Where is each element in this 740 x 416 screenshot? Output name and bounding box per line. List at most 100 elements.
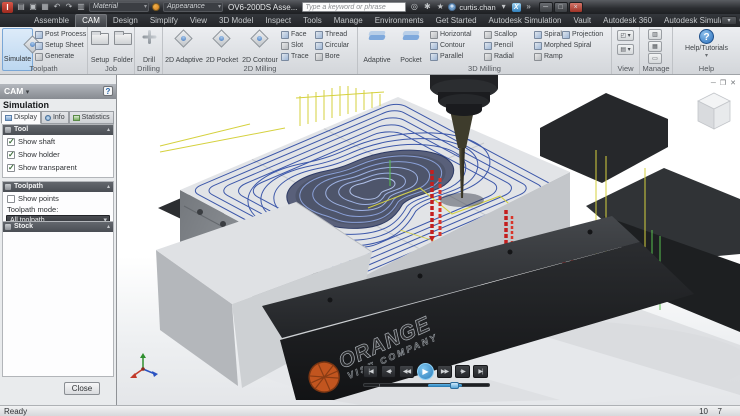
close-simulation-button[interactable]: Close xyxy=(64,382,100,395)
generate-button[interactable]: Generate xyxy=(35,51,74,62)
doc-close-icon[interactable]: ✕ xyxy=(730,80,736,88)
close-button[interactable]: × xyxy=(569,2,583,13)
simulation-timeline-slider[interactable] xyxy=(363,383,490,387)
tab-cam[interactable]: CAM xyxy=(75,14,107,27)
group-label-help[interactable]: Help xyxy=(673,64,740,73)
projection-button[interactable]: Projection xyxy=(562,29,603,40)
group-label-3d-milling[interactable]: 3D Milling xyxy=(358,64,611,73)
show-transparent-checkbox[interactable] xyxy=(7,164,15,172)
user-dropdown-icon[interactable]: ▾ xyxy=(499,1,509,13)
tab-design[interactable]: Design xyxy=(107,15,144,27)
manage-windows-button[interactable]: ▦ xyxy=(648,41,662,52)
next-operation-button[interactable]: ▪▶ xyxy=(455,365,470,378)
group-label-view[interactable]: View xyxy=(612,64,639,73)
2d-contour-button[interactable]: 2D Contour xyxy=(241,28,279,64)
parallel-button[interactable]: Parallel xyxy=(430,51,463,62)
tab-simplify[interactable]: Simplify xyxy=(144,15,184,27)
scallop-button[interactable]: Scallop xyxy=(484,29,517,40)
pocket-button[interactable]: Pocket xyxy=(396,28,426,64)
tab-info[interactable]: Info xyxy=(41,111,69,124)
go-to-start-button[interactable]: |◀ xyxy=(363,365,378,378)
play-forward-button[interactable]: ▶▶ xyxy=(437,365,452,378)
browser-header[interactable]: CAM ▾ ? xyxy=(0,84,116,99)
overflow-icon[interactable]: » xyxy=(524,1,534,13)
radial-button[interactable]: Radial xyxy=(484,51,514,62)
tab-tools[interactable]: Tools xyxy=(297,15,328,27)
setup-button[interactable]: Setup xyxy=(89,28,111,64)
inventor-logo-icon[interactable]: I xyxy=(2,2,13,13)
show-holder-row[interactable]: Show holder xyxy=(3,148,113,161)
redo-icon[interactable]: ↷ xyxy=(64,1,74,13)
circular-button[interactable]: Circular xyxy=(315,40,349,51)
show-points-checkbox[interactable] xyxy=(7,195,15,203)
setup-sheet-button[interactable]: Setup Sheet xyxy=(35,40,84,51)
post-process-button[interactable]: Post Process xyxy=(35,29,86,40)
appearance-dropdown[interactable]: Appearance xyxy=(163,2,223,12)
view-cube-dropdown[interactable]: ◰ ▾ xyxy=(617,30,634,41)
maximize-button[interactable]: □ xyxy=(554,2,568,13)
adaptive-button[interactable]: Adaptive xyxy=(360,28,394,64)
tab-vault[interactable]: Vault xyxy=(567,15,597,27)
timeline-handle[interactable] xyxy=(450,382,459,389)
graphics-viewport[interactable]: ORANGE VISE COMPANY ORANGE VISE COMPANY … xyxy=(117,75,740,405)
2d-adaptive-button[interactable]: 2D Adaptive xyxy=(165,28,203,64)
tab-assemble[interactable]: Assemble xyxy=(28,15,75,27)
tab-autodesk-360[interactable]: Autodesk 360 xyxy=(597,15,658,27)
doc-restore-icon[interactable]: ❐ xyxy=(720,80,726,88)
2d-pocket-button[interactable]: 2D Pocket xyxy=(205,28,239,64)
bore-button[interactable]: Bore xyxy=(315,51,340,62)
tools-icon[interactable]: ✱ xyxy=(422,1,432,13)
tab-display[interactable]: Display xyxy=(1,111,41,124)
thread-button[interactable]: Thread xyxy=(315,29,347,40)
section-tool-header[interactable]: Tool xyxy=(3,125,113,135)
view-cube[interactable] xyxy=(694,91,734,133)
show-transparent-row[interactable]: Show transparent xyxy=(3,161,113,174)
search-icon[interactable]: ◎ xyxy=(409,1,419,13)
go-to-end-button[interactable]: ▶| xyxy=(473,365,488,378)
manage-browser-button[interactable]: ▥ xyxy=(648,29,662,40)
print-icon[interactable]: ▥ xyxy=(76,1,86,13)
help-tutorials-button[interactable]: ? Help/Tutorials ▾ xyxy=(673,29,740,59)
ramp-button[interactable]: Ramp xyxy=(534,51,563,62)
panel-help-icon[interactable]: ? xyxy=(103,86,113,96)
material-dropdown[interactable]: Material xyxy=(89,2,149,12)
face-button[interactable]: Face xyxy=(281,29,307,40)
trace-button[interactable]: Trace xyxy=(281,51,309,62)
tab-view[interactable]: View xyxy=(184,15,213,27)
previous-operation-button[interactable]: ◀▪ xyxy=(381,365,396,378)
tab-inspect[interactable]: Inspect xyxy=(259,15,297,27)
save-icon[interactable]: ▦ xyxy=(40,1,50,13)
group-label-toolpath[interactable]: Toolpath xyxy=(0,64,87,73)
minimize-button[interactable]: ─ xyxy=(539,2,553,13)
new-icon[interactable]: ▤ xyxy=(16,1,26,13)
view-layers-dropdown[interactable]: ▤ ▾ xyxy=(617,44,634,55)
group-label-manage[interactable]: Manage xyxy=(640,64,672,73)
search-input[interactable]: Type a keyword or phrase xyxy=(302,2,406,12)
show-points-row[interactable]: Show points xyxy=(3,192,113,205)
ribbon-display-toggle-icon[interactable]: ▾ xyxy=(721,16,737,25)
tab-autodesk-simulation[interactable]: Autodesk Simulation xyxy=(483,15,568,27)
show-shaft-checkbox[interactable] xyxy=(7,138,15,146)
manage-panels-button[interactable]: ▭ xyxy=(648,53,662,64)
exchange-apps-icon[interactable]: X xyxy=(512,3,521,12)
section-toolpath-header[interactable]: Toolpath xyxy=(3,182,113,192)
group-label-drilling[interactable]: Drilling xyxy=(135,64,162,73)
slot-button[interactable]: Slot xyxy=(281,40,303,51)
show-shaft-row[interactable]: Show shaft xyxy=(3,135,113,148)
spiral-button[interactable]: Spiral xyxy=(534,29,562,40)
drill-button[interactable]: Drill xyxy=(132,28,166,64)
tab-get-started[interactable]: Get Started xyxy=(430,15,483,27)
horizontal-button[interactable]: Horizontal xyxy=(430,29,472,40)
doc-minimize-icon[interactable]: ─ xyxy=(711,80,716,88)
open-icon[interactable]: ▣ xyxy=(28,1,38,13)
morphed-spiral-button[interactable]: Morphed Spiral xyxy=(534,40,591,51)
tab-statistics[interactable]: Statistics xyxy=(69,111,114,124)
pencil-button[interactable]: Pencil xyxy=(484,40,513,51)
signed-in-user[interactable]: curtis.chan xyxy=(459,3,495,12)
play-button[interactable]: ▶ xyxy=(417,363,434,380)
show-holder-checkbox[interactable] xyxy=(7,151,15,159)
section-stock-header[interactable]: Stock xyxy=(3,222,113,232)
tab-manage[interactable]: Manage xyxy=(328,15,369,27)
contour-button[interactable]: Contour xyxy=(430,40,465,51)
tab-3d-model[interactable]: 3D Model xyxy=(213,15,259,27)
